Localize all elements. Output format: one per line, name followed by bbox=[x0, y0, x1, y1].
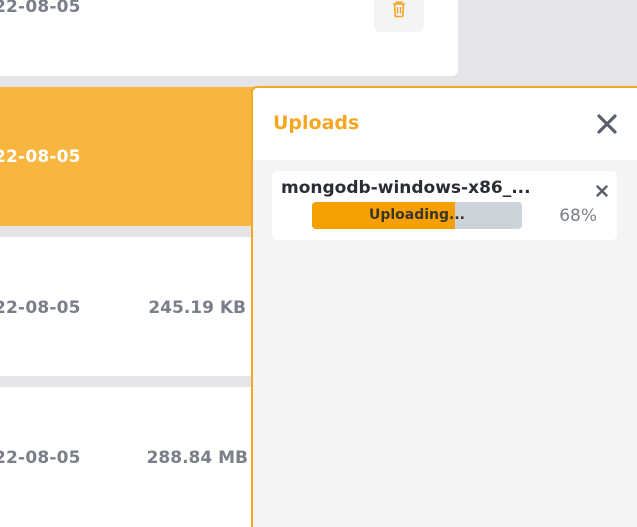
delete-button[interactable] bbox=[374, 0, 424, 32]
file-row[interactable]: 22-08-05 bbox=[0, 0, 458, 76]
file-date: 22-08-05 bbox=[0, 0, 81, 17]
upload-item: mongodb-windows-x86_... Uploading... 68% bbox=[272, 171, 617, 240]
upload-filename: mongodb-windows-x86_... bbox=[281, 178, 531, 198]
upload-status: Uploading... bbox=[368, 207, 466, 223]
file-size: 245.19 KB bbox=[148, 298, 246, 318]
file-size: 288.84 MB bbox=[146, 448, 248, 468]
file-date: 22-08-05 bbox=[0, 147, 81, 167]
uploads-panel-header: Uploads bbox=[253, 88, 637, 160]
trash-icon bbox=[391, 0, 407, 22]
file-date: 22-08-05 bbox=[0, 448, 81, 468]
close-icon[interactable] bbox=[595, 112, 619, 136]
uploads-panel-title: Uploads bbox=[273, 112, 360, 134]
uploads-panel: Uploads mongodb-windows-x86_... Uploadin… bbox=[251, 86, 637, 527]
close-icon[interactable] bbox=[596, 182, 608, 197]
upload-progress-bar: Uploading... bbox=[312, 202, 522, 229]
upload-percent: 68% bbox=[559, 206, 597, 226]
file-date: 22-08-05 bbox=[0, 298, 81, 318]
